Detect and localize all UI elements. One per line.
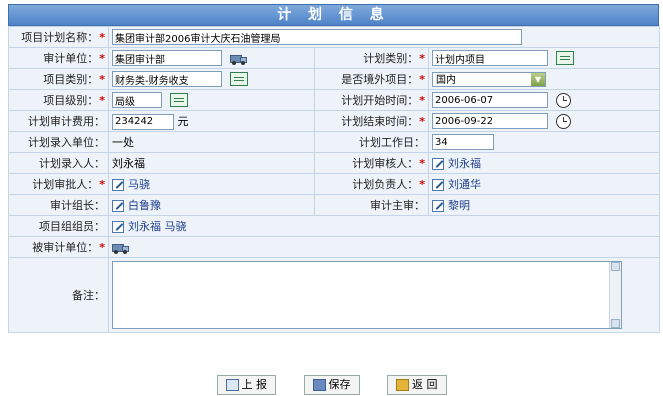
plan-end-label: 计划结束时间： <box>341 115 419 128</box>
edit-icon[interactable] <box>432 158 444 170</box>
approver-label: 计划审批人： <box>32 178 99 191</box>
clock-icon[interactable] <box>556 92 571 108</box>
required-mark: * <box>419 94 425 107</box>
back-button[interactable]: 返 回 <box>387 375 447 395</box>
row-audited-unit: 被审计单位：* <box>8 236 660 258</box>
remarks-label: 备注： <box>72 289 105 302</box>
plan-start-input[interactable] <box>432 92 548 108</box>
entry-unit-value: 一处 <box>112 136 134 149</box>
row-team-leader: 审计组长： 白鲁豫 审计主审： 黎明 <box>8 194 660 216</box>
required-mark: * <box>419 115 425 128</box>
audit-cost-input[interactable] <box>112 113 174 130</box>
entry-person-value: 刘永福 <box>112 157 145 170</box>
audit-unit-label: 审计单位： <box>43 52 99 65</box>
required-mark: * <box>419 73 425 86</box>
team-leader-label: 审计组长： <box>50 199 105 212</box>
save-label: 保存 <box>328 378 351 391</box>
audit-unit-input[interactable] <box>112 50 222 66</box>
edit-icon[interactable] <box>432 200 444 212</box>
work-days-label: 计划工作日： <box>359 136 425 149</box>
back-icon <box>396 379 409 391</box>
row-remarks: 备注： <box>8 257 660 333</box>
plan-form: 项目计划名称：* 审计单位：* 计划类别：* 项目类别：* 是否境外项目：* 国… <box>8 26 660 333</box>
project-category-label: 项目类别： <box>43 73 99 86</box>
list-select-icon[interactable] <box>170 93 188 107</box>
upload-icon <box>225 379 239 391</box>
overseas-label: 是否境外项目： <box>341 73 419 86</box>
required-mark: * <box>99 241 105 254</box>
back-label: 返 回 <box>412 378 438 391</box>
reviewer-link[interactable]: 刘永福 <box>448 157 481 170</box>
row-plan-name: 项目计划名称：* <box>8 26 660 48</box>
edit-icon[interactable] <box>432 179 444 191</box>
required-mark: * <box>99 31 105 44</box>
project-level-label: 项目级别： <box>43 94 99 107</box>
currency-unit: 元 <box>177 114 189 128</box>
list-select-icon[interactable] <box>230 72 248 86</box>
scroll-up-icon[interactable] <box>611 262 620 271</box>
plan-info-panel: 计 划 信 息 项目计划名称：* 审计单位：* 计划类别：* 项目类别：* 是否… <box>0 0 663 396</box>
scroll-down-icon[interactable] <box>611 319 620 328</box>
clock-icon[interactable] <box>556 113 571 129</box>
plan-category-input[interactable] <box>432 50 548 66</box>
chevron-down-icon[interactable]: ▼ <box>531 72 545 86</box>
scrollbar[interactable] <box>609 262 621 328</box>
required-mark: * <box>419 178 425 191</box>
page-title: 计 划 信 息 <box>8 4 659 26</box>
work-days-input[interactable] <box>432 134 494 150</box>
responsible-link[interactable]: 刘通华 <box>448 178 481 191</box>
team-members-link[interactable]: 刘永福 马骁 <box>128 220 187 233</box>
required-mark: * <box>99 178 105 191</box>
row-entry-person: 计划录入人： 刘永福 计划审核人：* 刘永福 <box>8 152 660 174</box>
project-category-input[interactable] <box>112 71 222 87</box>
row-approver: 计划审批人：* 马骁 计划负责人：* 刘通华 <box>8 173 660 195</box>
entry-person-label: 计划录入人： <box>39 157 105 170</box>
required-mark: * <box>419 157 425 170</box>
team-leader-link[interactable]: 白鲁豫 <box>128 199 161 212</box>
chief-auditor-link[interactable]: 黎明 <box>448 199 470 212</box>
row-audit-cost: 计划审计费用： 元 计划结束时间：* <box>8 110 660 132</box>
audit-cost-label: 计划审计费用： <box>28 115 105 128</box>
remarks-textarea[interactable] <box>112 261 622 329</box>
edit-icon[interactable] <box>112 221 124 233</box>
remarks-wrapper <box>112 261 622 329</box>
required-mark: * <box>99 94 105 107</box>
reviewer-label: 计划审核人： <box>352 157 419 170</box>
save-icon <box>312 379 326 391</box>
submit-label: 上 报 <box>241 378 268 391</box>
org-select-icon[interactable] <box>112 242 129 254</box>
plan-end-input[interactable] <box>432 113 548 129</box>
row-audit-unit: 审计单位：* 计划类别：* <box>8 47 660 69</box>
plan-category-label: 计划类别： <box>363 52 419 65</box>
overseas-select[interactable]: 国内 ▼ <box>432 71 546 87</box>
org-select-icon[interactable] <box>230 53 247 65</box>
responsible-label: 计划负责人： <box>352 178 419 191</box>
list-select-icon[interactable] <box>556 51 574 65</box>
edit-icon[interactable] <box>112 179 124 191</box>
save-button[interactable]: 保存 <box>303 375 360 395</box>
overseas-value: 国内 <box>436 74 456 86</box>
project-level-input[interactable] <box>112 92 162 108</box>
row-project-level: 项目级别：* 计划开始时间：* <box>8 89 660 111</box>
button-bar: 上 报 保存 返 回 <box>0 375 663 395</box>
required-mark: * <box>419 52 425 65</box>
row-team-members: 项目组组员： 刘永福 马骁 <box>8 215 660 237</box>
approver-link[interactable]: 马骁 <box>128 178 150 191</box>
team-members-label: 项目组组员： <box>39 220 105 233</box>
plan-start-label: 计划开始时间： <box>341 94 419 107</box>
required-mark: * <box>99 52 105 65</box>
chief-auditor-label: 审计主审： <box>370 199 425 212</box>
required-mark: * <box>99 73 105 86</box>
plan-name-input[interactable] <box>112 29 522 45</box>
audited-unit-label: 被审计单位： <box>32 241 99 254</box>
row-entry-unit: 计划录入单位： 一处 计划工作日： <box>8 131 660 153</box>
edit-icon[interactable] <box>112 200 124 212</box>
entry-unit-label: 计划录入单位： <box>28 136 105 149</box>
submit-button[interactable]: 上 报 <box>216 375 276 395</box>
plan-name-label: 项目计划名称： <box>21 31 99 44</box>
row-project-category: 项目类别：* 是否境外项目：* 国内▼ <box>8 68 660 90</box>
